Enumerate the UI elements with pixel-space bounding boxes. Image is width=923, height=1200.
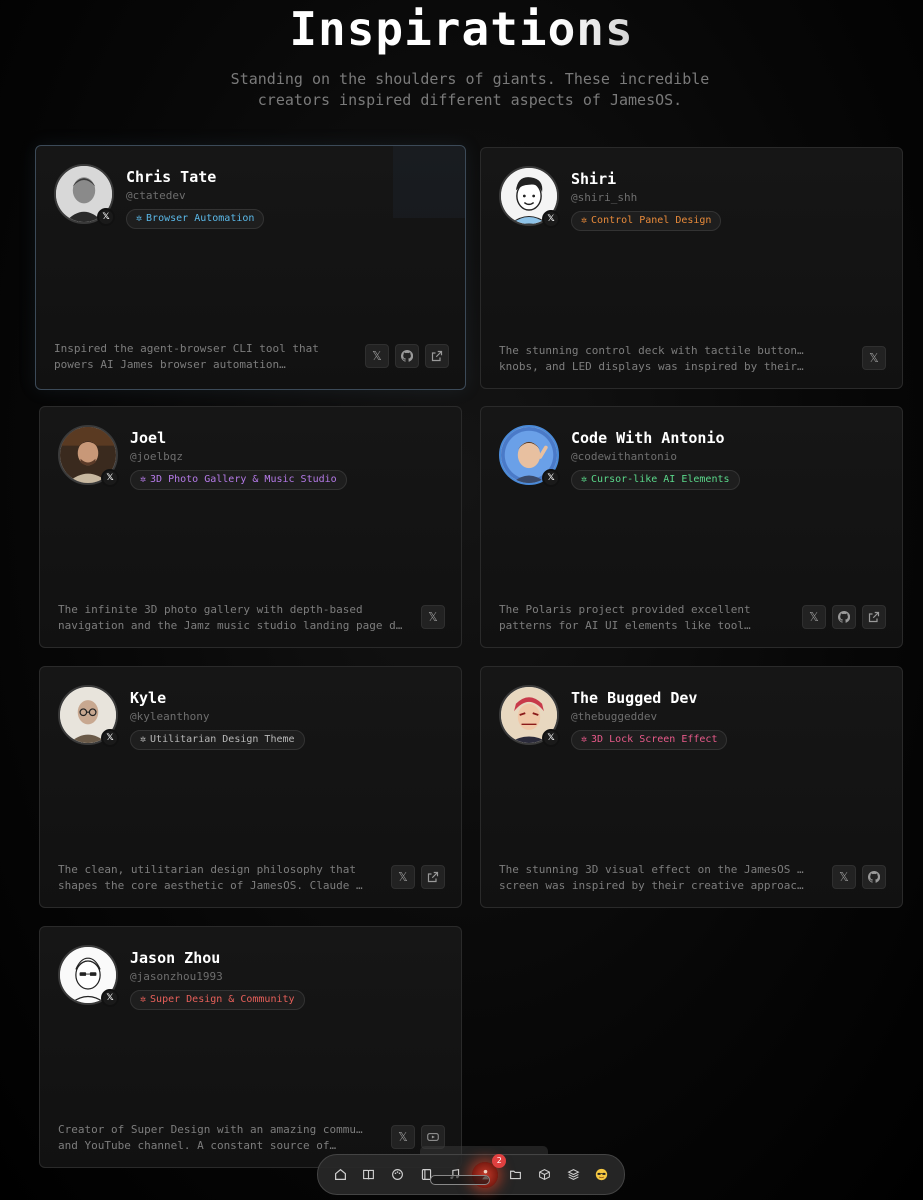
github-link-button[interactable] <box>832 605 856 629</box>
inspiration-tag: ✲ Utilitarian Design Theme <box>130 730 305 750</box>
x-link-button[interactable]: 𝕏 <box>391 1125 415 1149</box>
creator-handle: @codewithantonio <box>571 450 677 463</box>
x-icon: 𝕏 <box>542 469 560 487</box>
sparkle-icon: ✲ <box>140 474 147 485</box>
creator-handle: @ctatedev <box>126 189 186 202</box>
page-title: Inspirations <box>0 2 923 56</box>
card-actions: 𝕏 <box>365 344 449 368</box>
creator-card[interactable]: 𝕏 Jason Zhou @jasonzhou1993 ✲ Super Desig… <box>39 926 462 1168</box>
creator-card[interactable]: 𝕏 Chris Tate @ctatedev ✲ Browser Automati… <box>35 145 466 390</box>
card-actions: 𝕏 <box>391 865 445 889</box>
layers-icon[interactable] <box>562 1164 584 1186</box>
github-link-button[interactable] <box>395 344 419 368</box>
creator-name: Chris Tate <box>126 168 217 186</box>
creator-name: Code With Antonio <box>571 429 725 447</box>
creator-card[interactable]: 𝕏 Shiri @shiri_shh ✲ Control Panel Design… <box>480 147 903 389</box>
creator-card[interactable]: 𝕏 Joel @joelbqz ✲ 3D Photo Gallery & Musi… <box>39 406 462 648</box>
x-link-button[interactable]: 𝕏 <box>365 344 389 368</box>
creator-description: Inspired the agent-browser CLI tool that… <box>54 342 319 371</box>
card-actions: 𝕏 <box>802 605 886 629</box>
creator-description: The infinite 3D photo gallery with depth… <box>58 603 408 632</box>
creator-handle: @kyleanthony <box>130 710 210 723</box>
creator-handle: @shiri_shh <box>571 191 638 204</box>
external-link-button[interactable] <box>862 605 886 629</box>
inspiration-tag: ✲ 3D Lock Screen Effect <box>571 730 728 750</box>
sparkle-icon: ✲ <box>581 215 588 226</box>
x-icon: 𝕏 <box>97 208 115 226</box>
x-link-button[interactable]: 𝕏 <box>832 865 856 889</box>
card-actions: 𝕏 <box>421 605 445 629</box>
github-icon <box>838 611 850 623</box>
external-link-button[interactable] <box>421 865 445 889</box>
card-actions: 𝕏 <box>862 346 886 370</box>
github-icon <box>868 871 880 883</box>
x-icon: 𝕏 <box>101 989 119 1007</box>
sparkle-icon: ✲ <box>581 474 588 485</box>
creator-handle: @thebuggeddev <box>571 710 658 723</box>
creator-card[interactable]: 𝕏 The Bugged Dev @thebuggeddev ✲ 3D Lock … <box>480 666 903 908</box>
sunglasses-emoji-icon[interactable] <box>591 1164 613 1186</box>
card-actions: 𝕏 <box>832 865 886 889</box>
page-subtitle: Standing on the shoulders of giants. The… <box>230 70 710 109</box>
external-link-button[interactable] <box>425 344 449 368</box>
github-link-button[interactable] <box>862 865 886 889</box>
x-icon: 𝕏 <box>542 729 560 747</box>
external-link-icon <box>868 611 880 623</box>
external-link-icon <box>431 350 443 362</box>
inspiration-tag: ✲ Control Panel Design <box>571 211 722 231</box>
creator-name: The Bugged Dev <box>571 689 698 707</box>
dock-scroll-indicator[interactable] <box>430 1175 490 1185</box>
x-link-button[interactable]: 𝕏 <box>421 605 445 629</box>
x-link-button[interactable]: 𝕏 <box>391 865 415 889</box>
creator-name: Kyle <box>130 689 167 707</box>
inspiration-tag: ✲ Cursor-like AI Elements <box>571 470 740 490</box>
x-icon: 𝕏 <box>101 469 119 487</box>
creator-handle: @joelbqz <box>130 450 183 463</box>
x-icon: 𝕏 <box>101 729 119 747</box>
inspiration-tag: ✲ 3D Photo Gallery & Music Studio <box>130 470 347 490</box>
creator-card[interactable]: 𝕏 Code With Antonio @codewithantonio ✲ Cu… <box>480 406 903 648</box>
creator-card[interactable]: 𝕏 Kyle @kyleanthony ✲ Utilitarian Design … <box>39 666 462 908</box>
creator-description: The Polaris project provided excellent pa… <box>499 603 751 632</box>
youtube-icon <box>427 1133 439 1141</box>
external-link-icon <box>427 871 439 883</box>
creator-description: The clean, utilitarian design philosophy… <box>58 863 363 892</box>
cube-icon[interactable] <box>533 1164 555 1186</box>
inspiration-tag: ✲ Browser Automation <box>126 209 265 229</box>
sparkle-icon: ✲ <box>581 734 588 745</box>
palette-icon[interactable] <box>386 1164 408 1186</box>
creator-name: Shiri <box>571 170 617 188</box>
sparkle-icon: ✲ <box>140 734 147 745</box>
creator-name: Joel <box>130 429 167 447</box>
creator-name: Jason Zhou <box>130 949 221 967</box>
folder-icon[interactable] <box>505 1164 527 1186</box>
creator-description: The stunning control deck with tactile b… <box>499 344 804 373</box>
github-icon <box>401 350 413 362</box>
inspiration-tag: ✲ Super Design & Community <box>130 990 305 1010</box>
sparkle-icon: ✲ <box>140 994 147 1005</box>
home-icon[interactable] <box>329 1164 351 1186</box>
creator-description: The stunning 3D visual effect on the Jam… <box>499 863 804 892</box>
creator-handle: @jasonzhou1993 <box>130 970 223 983</box>
x-link-button[interactable]: 𝕏 <box>802 605 826 629</box>
creator-description: Creator of Super Design with an amazing … <box>58 1123 363 1152</box>
book-icon[interactable] <box>358 1164 380 1186</box>
x-link-button[interactable]: 𝕏 <box>862 346 886 370</box>
x-icon: 𝕏 <box>542 210 560 228</box>
sparkle-icon: ✲ <box>136 213 143 224</box>
